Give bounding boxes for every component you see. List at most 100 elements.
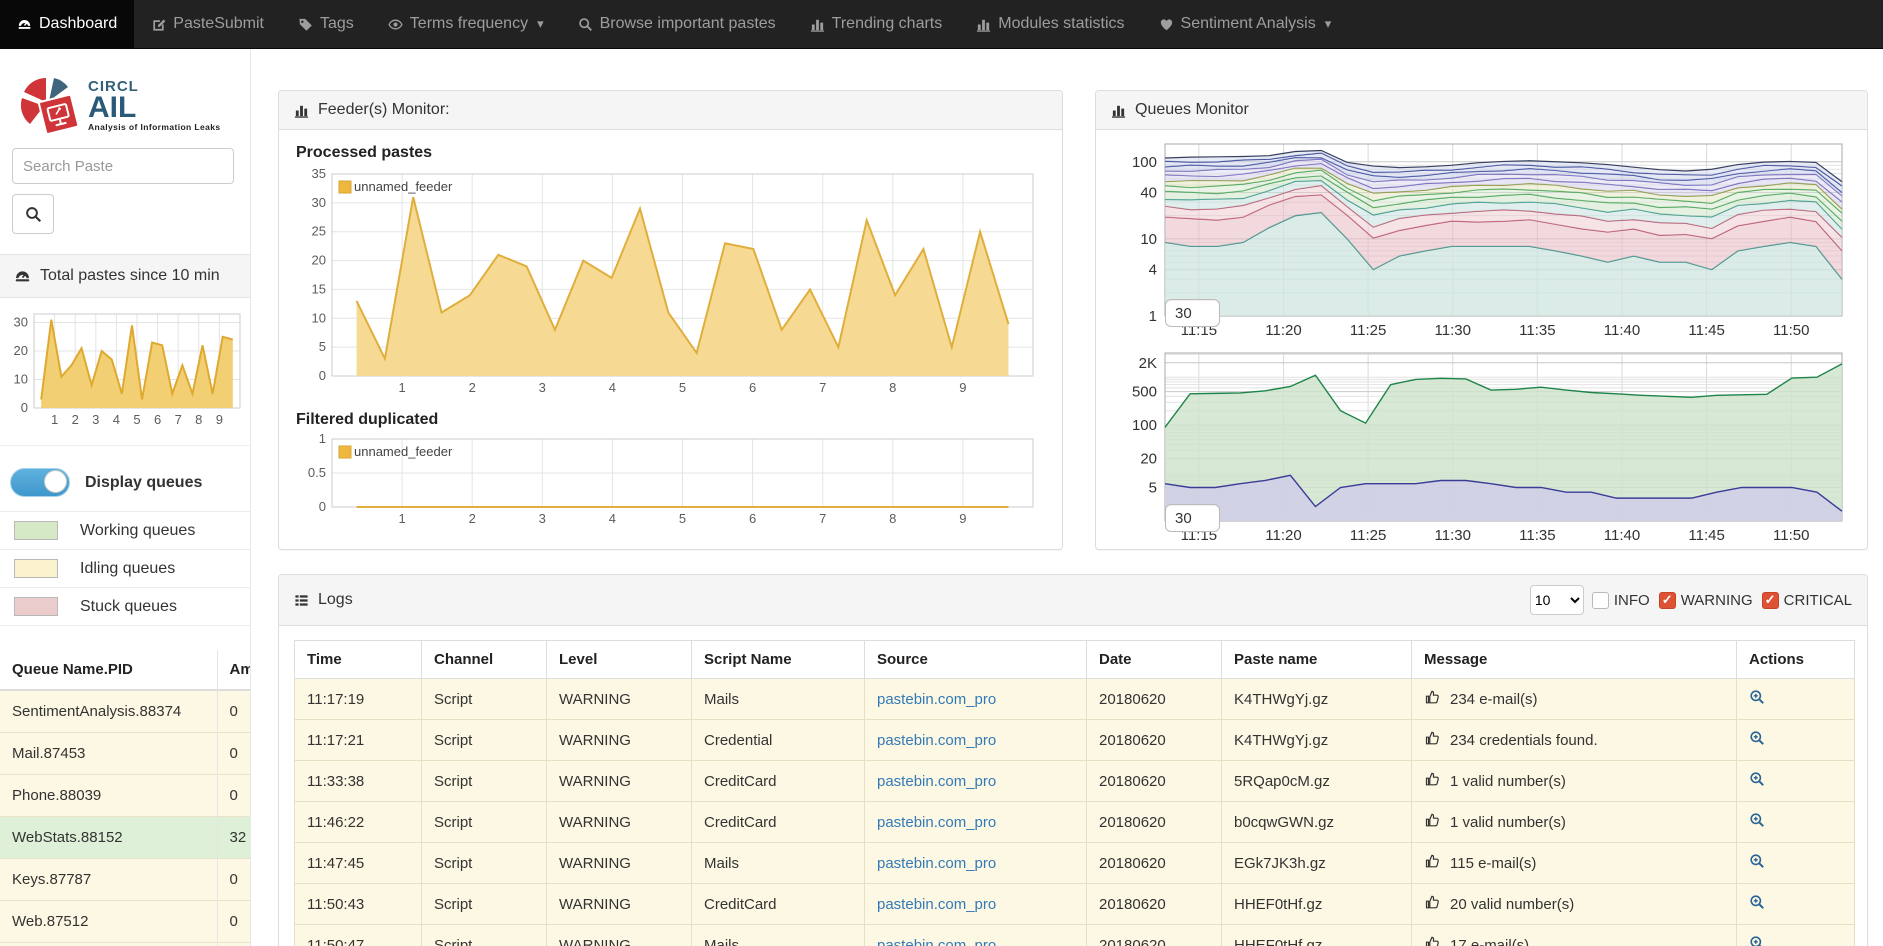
source-link[interactable]: pastebin.com_pro — [877, 937, 996, 946]
log-paste-name: EGk7JK3h.gz — [1222, 843, 1412, 884]
circl-logo-icon — [16, 74, 82, 136]
queue-amount: 0 — [217, 901, 250, 943]
svg-text:11:30: 11:30 — [1435, 322, 1471, 339]
source-link[interactable]: pastebin.com_pro — [877, 732, 996, 749]
source-link[interactable]: pastebin.com_pro — [877, 855, 996, 872]
log-paste-name: HHEF0tHf.gz — [1222, 884, 1412, 925]
svg-text:5: 5 — [1149, 479, 1157, 496]
queues-top-chart: 11:1511:2011:2511:3011:3511:4011:4511:50… — [1111, 138, 1852, 344]
thumbs-up-icon — [1424, 894, 1440, 914]
message-wrap: 115 e-mail(s) — [1424, 853, 1724, 873]
nav-link-dashboard[interactable]: Dashboard — [0, 0, 134, 48]
svg-text:9: 9 — [216, 412, 223, 427]
queues-bottom-range-input[interactable] — [1165, 504, 1220, 532]
search-input[interactable] — [12, 148, 234, 184]
nav-link-tags[interactable]: Tags — [281, 0, 371, 48]
log-paste-name: HHEF0tHf.gz — [1222, 925, 1412, 946]
logs-header: Logs 10 INFO WARNING CRITICAL — [279, 575, 1867, 626]
zoom-in-icon[interactable] — [1749, 935, 1765, 946]
svg-text:5: 5 — [319, 339, 326, 354]
log-message: 1 valid number(s) — [1412, 761, 1737, 802]
svg-text:2: 2 — [469, 511, 476, 526]
log-paste-name: K4THWgYj.gz — [1222, 720, 1412, 761]
log-row: 11:50:43ScriptWARNINGCreditCardpastebin.… — [295, 884, 1855, 925]
filter-critical[interactable]: CRITICAL — [1762, 592, 1852, 609]
logs-col-message: Message — [1412, 641, 1737, 679]
checkbox-warning[interactable] — [1659, 592, 1676, 609]
queue-legend: Working queuesIdling queuesStuck queues — [0, 511, 250, 626]
svg-text:100: 100 — [1132, 154, 1157, 171]
log-time: 11:50:43 — [295, 884, 422, 925]
checkbox-info[interactable] — [1592, 592, 1609, 609]
nav-label: Tags — [320, 15, 354, 33]
feeder-monitor-title: Feeder(s) Monitor: — [318, 101, 450, 119]
log-row: 11:33:38ScriptWARNINGCreditCardpastebin.… — [295, 761, 1855, 802]
log-time: 11:17:19 — [295, 679, 422, 720]
svg-text:10: 10 — [14, 372, 28, 387]
nav-link-modules-statistics[interactable]: Modules statistics — [959, 0, 1141, 48]
nav-link-sentiment-analysis[interactable]: Sentiment Analysis▾ — [1142, 0, 1349, 48]
logs-title: Logs — [318, 591, 353, 609]
svg-text:11:40: 11:40 — [1604, 322, 1640, 339]
log-message: 234 credentials found. — [1412, 720, 1737, 761]
source-link[interactable]: pastebin.com_pro — [877, 814, 996, 831]
nav-link-pastesubmit[interactable]: PasteSubmit — [134, 0, 281, 48]
source-link[interactable]: pastebin.com_pro — [877, 896, 996, 913]
thumbs-up-icon — [1424, 853, 1440, 873]
zoom-in-icon[interactable] — [1749, 812, 1765, 828]
queues-top-range-input[interactable] — [1165, 299, 1220, 327]
display-queues-toggle[interactable] — [10, 468, 70, 497]
queue-table-col-amount: Amount — [217, 650, 250, 690]
svg-text:15: 15 — [312, 281, 326, 296]
queue-row: Web.875120 — [0, 901, 250, 943]
svg-text:0: 0 — [21, 400, 28, 415]
queue-row: alertHandler.882150 — [0, 943, 250, 946]
queue-table: Queue Name.PID Amount SentimentAnalysis.… — [0, 650, 250, 946]
log-source: pastebin.com_pro — [865, 884, 1087, 925]
nav-link-browse-important-pastes[interactable]: Browse important pastes — [561, 0, 793, 48]
zoom-in-icon[interactable] — [1749, 730, 1765, 746]
svg-text:30: 30 — [14, 315, 28, 330]
log-actions — [1737, 802, 1855, 843]
filter-warning[interactable]: WARNING — [1659, 592, 1753, 609]
svg-text:4: 4 — [113, 412, 120, 427]
log-level-filters: INFO WARNING CRITICAL — [1592, 592, 1852, 609]
top-navbar: DashboardPasteSubmit Tags Terms frequency▾… — [0, 0, 1883, 49]
zoom-in-icon[interactable] — [1749, 689, 1765, 705]
zoom-in-icon[interactable] — [1749, 853, 1765, 869]
source-link[interactable]: pastebin.com_pro — [877, 773, 996, 790]
nav-item-dashboard: Dashboard — [0, 0, 134, 48]
queues-monitor-panel: Queues Monitor 11:1511:2011:2511:3011:35… — [1095, 90, 1868, 550]
search-button[interactable] — [12, 194, 54, 234]
search-icon — [578, 17, 593, 32]
list-icon — [294, 593, 309, 608]
page-size-select[interactable]: 10 — [1530, 585, 1584, 615]
idling-queues-swatch — [14, 559, 58, 578]
nav-link-trending-charts[interactable]: Trending charts — [793, 0, 960, 48]
checkbox-critical[interactable] — [1762, 592, 1779, 609]
svg-text:11:50: 11:50 — [1773, 322, 1809, 339]
logs-col-actions: Actions — [1737, 641, 1855, 679]
svg-text:8: 8 — [889, 511, 896, 526]
message-text: 1 valid number(s) — [1450, 814, 1566, 831]
queue-row: SentimentAnalysis.883740 — [0, 690, 250, 733]
dashboard-icon — [17, 17, 32, 32]
svg-text:1: 1 — [51, 412, 58, 427]
log-channel: Script — [422, 925, 547, 946]
source-link[interactable]: pastebin.com_pro — [877, 691, 996, 708]
svg-text:6: 6 — [154, 412, 161, 427]
log-level: WARNING — [547, 720, 692, 761]
filter-info[interactable]: INFO — [1592, 592, 1650, 609]
tag-icon — [298, 17, 313, 32]
thumbs-up-icon — [1424, 771, 1440, 791]
edit-icon — [151, 17, 166, 32]
zoom-in-icon[interactable] — [1749, 894, 1765, 910]
log-date: 20180620 — [1087, 761, 1222, 802]
nav-item-trending-charts: Trending charts — [793, 0, 960, 48]
queue-name: Keys.87787 — [0, 859, 217, 901]
log-source: pastebin.com_pro — [865, 679, 1087, 720]
nav-link-terms-frequency[interactable]: Terms frequency▾ — [371, 0, 561, 48]
legend-label: Stuck queues — [80, 598, 177, 616]
zoom-in-icon[interactable] — [1749, 771, 1765, 787]
message-wrap: 234 credentials found. — [1424, 730, 1724, 750]
